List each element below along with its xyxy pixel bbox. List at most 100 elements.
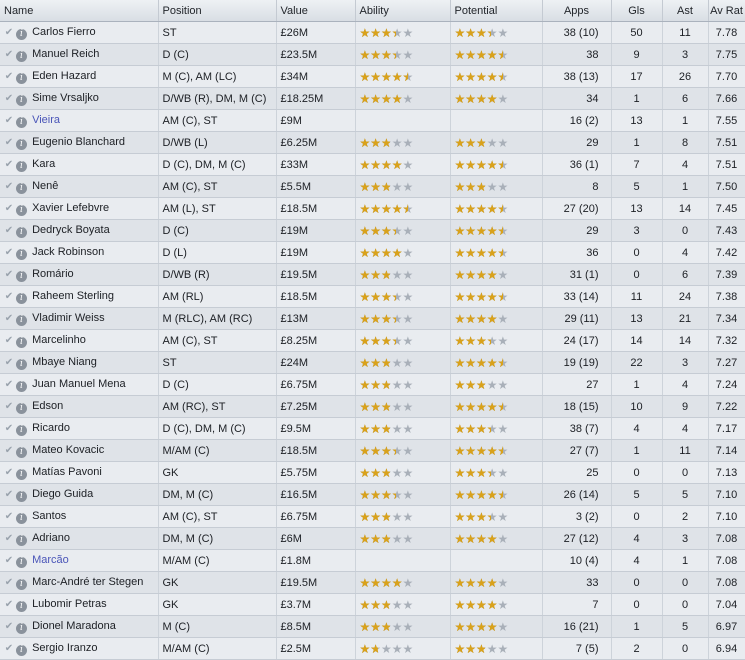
player-name[interactable]: Carlos Fierro: [32, 26, 96, 38]
info-icon[interactable]: i: [16, 314, 27, 326]
info-icon[interactable]: i: [16, 534, 27, 546]
col-header-assists[interactable]: Ast: [662, 0, 709, 22]
info-icon[interactable]: i: [16, 248, 27, 260]
info-icon[interactable]: i: [16, 622, 27, 634]
checkmark-icon[interactable]: ✔: [2, 445, 16, 456]
checkmark-icon[interactable]: ✔: [2, 71, 16, 82]
info-icon[interactable]: i: [16, 424, 27, 436]
player-name[interactable]: Edson: [32, 400, 63, 412]
checkmark-icon[interactable]: ✔: [2, 335, 16, 346]
checkmark-icon[interactable]: ✔: [2, 137, 16, 148]
info-icon[interactable]: i: [16, 556, 27, 568]
checkmark-icon[interactable]: ✔: [2, 159, 16, 170]
table-row[interactable]: ✔ i Vladimir Weiss M (RLC), AM (RC) £13M ★★★…: [0, 307, 745, 330]
table-row[interactable]: ✔ i Sime Vrsaljko D/WB (R), DM, M (C) £18.2…: [0, 87, 745, 110]
col-header-apps[interactable]: Apps: [542, 0, 612, 22]
table-row[interactable]: ✔ i Eden Hazard M (C), AM (LC) £34M ★★★★★ ★★★…: [0, 65, 745, 88]
player-name[interactable]: Raheem Sterling: [32, 290, 114, 302]
player-name[interactable]: Mbaye Niang: [32, 356, 97, 368]
player-name[interactable]: Lubomir Petras: [32, 598, 107, 610]
checkmark-icon[interactable]: ✔: [2, 489, 16, 500]
checkmark-icon[interactable]: ✔: [2, 93, 16, 104]
checkmark-icon[interactable]: ✔: [2, 291, 16, 302]
col-header-ability[interactable]: Ability: [355, 0, 451, 22]
info-icon[interactable]: i: [16, 226, 27, 238]
info-icon[interactable]: i: [16, 600, 27, 612]
info-icon[interactable]: i: [16, 138, 27, 150]
table-row[interactable]: ✔ i Ricardo D (C), DM, M (C) £9.5M ★★★★★ ★★ ★★…: [0, 417, 745, 440]
checkmark-icon[interactable]: ✔: [2, 313, 16, 324]
player-name[interactable]: Eugenio Blanchard: [32, 136, 125, 148]
player-name[interactable]: Vieira: [32, 114, 60, 126]
table-row[interactable]: ✔ i Dedryck Boyata D (C) £19M ★★★★★ ★★★ ★★★★★ ★…: [0, 219, 745, 242]
table-row[interactable]: ✔ i Marc-André ter Stegen GK £19.5M ★★★★★ ★★★…: [0, 571, 745, 594]
info-icon[interactable]: i: [16, 358, 27, 370]
checkmark-icon[interactable]: ✔: [2, 599, 16, 610]
player-name[interactable]: Manuel Reich: [32, 48, 99, 60]
player-name[interactable]: Marcelinho: [32, 334, 86, 346]
checkmark-icon[interactable]: ✔: [2, 467, 16, 478]
player-name[interactable]: Diego Guida: [32, 488, 93, 500]
table-row[interactable]: ✔ i Manuel Reich D (C) £23.5M ★★★★★ ★★★ ★★★★★ ★…: [0, 43, 745, 66]
checkmark-icon[interactable]: ✔: [2, 423, 16, 434]
checkmark-icon[interactable]: ✔: [2, 269, 16, 280]
player-name[interactable]: Juan Manuel Mena: [32, 378, 126, 390]
col-header-potential[interactable]: Potential: [450, 0, 543, 22]
table-row[interactable]: ✔ i Eugenio Blanchard D/WB (L) £6.25M ★★★★★ ★…: [0, 131, 745, 154]
table-row[interactable]: ✔i AdrianoDM, M (C)£6M★★★★★★★★★★★★★★★★★★…: [0, 527, 745, 550]
player-name[interactable]: Eden Hazard: [32, 70, 96, 82]
info-icon[interactable]: i: [16, 116, 27, 128]
table-row[interactable]: ✔i NenêAM (C), ST£5.5M★★★★★★★★★★★★★★★★★★…: [0, 175, 745, 198]
table-row[interactable]: ✔ i Sergio Iranzo M/AM (C) £2.5M ★★★★★ ★ ★★★★★…: [0, 637, 745, 660]
table-row[interactable]: ✔ i Vieira AM (C), ST £9M 16 (2) 13 1 7.55: [0, 109, 745, 132]
player-name[interactable]: Ricardo: [32, 422, 70, 434]
table-row[interactable]: ✔i Matías PavoniGK£5.75M★★★★★★★★★★★★★★★★…: [0, 461, 745, 484]
info-icon[interactable]: i: [16, 490, 27, 502]
checkmark-icon[interactable]: ✔: [2, 247, 16, 258]
checkmark-icon[interactable]: ✔: [2, 225, 16, 236]
table-row[interactable]: ✔ i Santos AM (C), ST £6.75M ★★★★★ ★★ ★★★★★ ★★★…: [0, 505, 745, 528]
player-name[interactable]: Adriano: [32, 532, 70, 544]
info-icon[interactable]: i: [16, 468, 27, 480]
player-name[interactable]: Santos: [32, 510, 66, 522]
checkmark-icon[interactable]: ✔: [2, 357, 16, 368]
checkmark-icon[interactable]: ✔: [2, 115, 16, 126]
checkmark-icon[interactable]: ✔: [2, 203, 16, 214]
table-row[interactable]: ✔ i Dionel Maradona M (C) £8.5M ★★★★★ ★★ ★★★★★…: [0, 615, 745, 638]
player-name[interactable]: Nenê: [32, 180, 58, 192]
info-icon[interactable]: i: [16, 402, 27, 414]
player-name[interactable]: Kara: [32, 158, 55, 170]
player-name[interactable]: Dedryck Boyata: [32, 224, 110, 236]
table-row[interactable]: ✔ i Mateo Kovacic M/AM (C) £18.5M ★★★★★ ★★★ ★★…: [0, 439, 745, 462]
table-row[interactable]: ✔i Mbaye NiangST£24M★★★★★★★★★★★★★★★★★★★★…: [0, 351, 745, 374]
table-row[interactable]: ✔ i Marcelinho AM (C), ST £8.25M ★★★★★ ★★★ ★★★…: [0, 329, 745, 352]
checkmark-icon[interactable]: ✔: [2, 643, 16, 654]
player-name[interactable]: Dionel Maradona: [32, 620, 116, 632]
checkmark-icon[interactable]: ✔: [2, 49, 16, 60]
checkmark-icon[interactable]: ✔: [2, 533, 16, 544]
info-icon[interactable]: i: [16, 578, 27, 590]
info-icon[interactable]: i: [16, 380, 27, 392]
info-icon[interactable]: i: [16, 512, 27, 524]
table-row[interactable]: ✔ i Jack Robinson D (L) £19M ★★★★★ ★★★★ ★★★★★ ★…: [0, 241, 745, 264]
checkmark-icon[interactable]: ✔: [2, 401, 16, 412]
info-icon[interactable]: i: [16, 270, 27, 282]
table-row[interactable]: ✔ i Juan Manuel Mena D (C) £6.75M ★★★★★ ★★ ★★★…: [0, 373, 745, 396]
info-icon[interactable]: i: [16, 182, 27, 194]
info-icon[interactable]: i: [16, 72, 27, 84]
player-name[interactable]: Matías Pavoni: [32, 466, 102, 478]
player-name[interactable]: Marcão: [32, 554, 69, 566]
table-row[interactable]: ✔ i Marcão M/AM (C) £1.8M 10 (4) 4 1 7.08: [0, 549, 745, 572]
table-row[interactable]: ✔ i Diego Guida DM, M (C) £16.5M ★★★★★ ★★★ ★★★…: [0, 483, 745, 506]
table-row[interactable]: ✔ i Edson AM (RC), ST £7.25M ★★★★★ ★★ ★★★★★ ★★★…: [0, 395, 745, 418]
info-icon[interactable]: i: [16, 28, 27, 40]
checkmark-icon[interactable]: ✔: [2, 621, 16, 632]
player-name[interactable]: Vladimir Weiss: [32, 312, 105, 324]
checkmark-icon[interactable]: ✔: [2, 511, 16, 522]
info-icon[interactable]: i: [16, 336, 27, 348]
checkmark-icon[interactable]: ✔: [2, 181, 16, 192]
table-row[interactable]: ✔ i Raheem Sterling AM (RL) £18.5M ★★★★★ ★★★ ★…: [0, 285, 745, 308]
player-name[interactable]: Sergio Iranzo: [32, 642, 97, 654]
col-header-value[interactable]: Value: [276, 0, 356, 22]
player-name[interactable]: Sime Vrsaljko: [32, 92, 99, 104]
